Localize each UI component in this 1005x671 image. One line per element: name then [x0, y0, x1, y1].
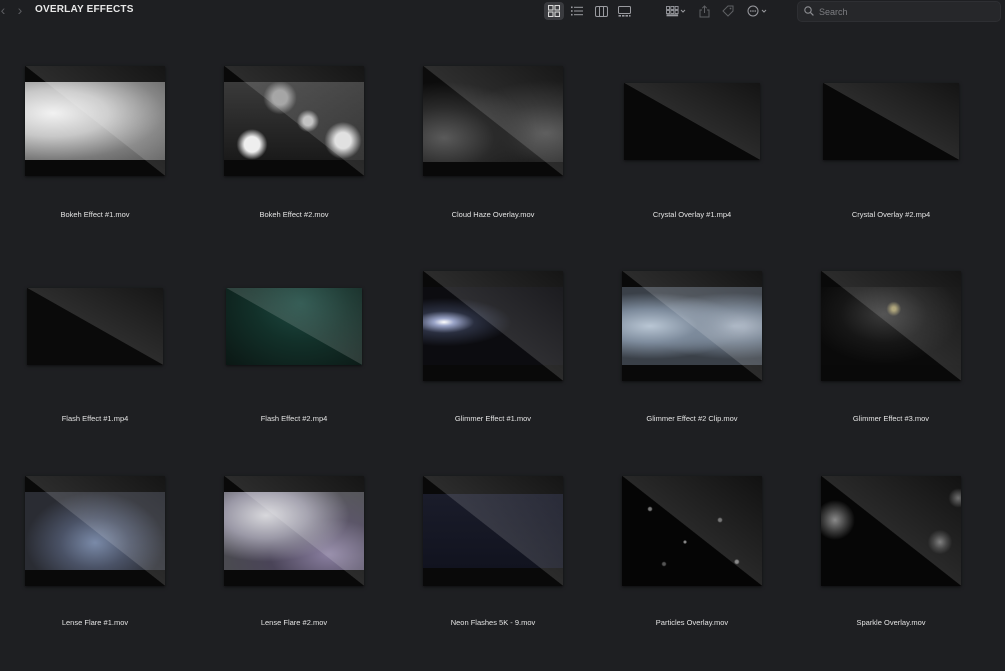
file-item[interactable]: Crystal Overlay #2.mp4 [796, 66, 976, 236]
file-name: Cloud Haze Overlay.mov [451, 210, 535, 219]
share-button[interactable] [694, 2, 714, 20]
file-item[interactable]: Bokeh Effect #1.mov [0, 66, 180, 236]
video-thumbnail[interactable] [224, 66, 364, 176]
group-by-button[interactable] [664, 2, 688, 20]
file-item[interactable]: Cloud Haze Overlay.mov [398, 66, 578, 236]
video-thumbnail[interactable] [25, 476, 165, 586]
file-name: Neon Flashes 5K - 9.mov [450, 618, 536, 627]
file-name: Crystal Overlay #2.mp4 [851, 210, 931, 219]
file-name: Lense Flare #1.mov [61, 618, 129, 627]
tag-button[interactable] [718, 2, 738, 20]
chevron-right-icon[interactable]: › [13, 3, 27, 17]
file-name: Flash Effect #2.mp4 [260, 414, 328, 423]
video-thumbnail[interactable] [224, 476, 364, 586]
file-item[interactable]: Flash Effect #2.mp4 [199, 271, 379, 441]
file-name: Flash Effect #1.mp4 [61, 414, 129, 423]
file-item[interactable]: Bokeh Effect #2.mov [199, 66, 379, 236]
file-item[interactable]: Glimmer Effect #3.mov [796, 271, 976, 441]
search-field[interactable] [797, 1, 1001, 22]
file-name: Sparkle Overlay.mov [856, 618, 926, 627]
toolbar: ‹ › OVERLAY EFFECTS [0, 0, 1005, 24]
file-name: Glimmer Effect #3.mov [852, 414, 930, 423]
video-thumbnail[interactable] [27, 288, 163, 365]
video-thumbnail[interactable] [423, 271, 563, 381]
video-thumbnail[interactable] [423, 476, 563, 586]
video-thumbnail[interactable] [226, 288, 362, 365]
file-item[interactable]: Crystal Overlay #1.mp4 [597, 66, 777, 236]
file-name: Lense Flare #2.mov [260, 618, 328, 627]
file-name: Glimmer Effect #1.mov [454, 414, 532, 423]
video-thumbnail[interactable] [423, 66, 563, 176]
file-item[interactable]: Sparkle Overlay.mov [796, 476, 976, 646]
file-name: Crystal Overlay #1.mp4 [652, 210, 732, 219]
file-item[interactable]: Glimmer Effect #1.mov [398, 271, 578, 441]
grid-view-button[interactable] [544, 2, 564, 20]
video-thumbnail[interactable] [821, 271, 961, 381]
chevron-left-icon[interactable]: ‹ [0, 3, 10, 17]
video-thumbnail[interactable] [622, 271, 762, 381]
video-thumbnail[interactable] [823, 83, 959, 160]
file-name: Glimmer Effect #2 Clip.mov [646, 414, 738, 423]
video-thumbnail[interactable] [25, 66, 165, 176]
window-title: OVERLAY EFFECTS [35, 4, 134, 15]
list-view-button[interactable] [567, 2, 587, 20]
share-icon [699, 4, 709, 17]
column-view-button[interactable] [591, 2, 611, 20]
video-thumbnail[interactable] [821, 476, 961, 586]
list-view-icon [571, 6, 583, 16]
gallery-view-button[interactable] [614, 2, 634, 20]
gallery-view-icon [617, 5, 631, 17]
file-name: Particles Overlay.mov [655, 618, 729, 627]
file-item[interactable]: Particles Overlay.mov [597, 476, 777, 646]
file-name: Bokeh Effect #1.mov [60, 210, 130, 219]
column-view-icon [594, 5, 608, 17]
tag-icon [722, 5, 734, 17]
file-item[interactable]: Neon Flashes 5K - 9.mov [398, 476, 578, 646]
search-icon [804, 6, 814, 16]
file-item[interactable]: Flash Effect #1.mp4 [0, 271, 180, 441]
file-item[interactable]: Lense Flare #1.mov [0, 476, 180, 646]
file-item[interactable]: Glimmer Effect #2 Clip.mov [597, 271, 777, 441]
file-name: Bokeh Effect #2.mov [259, 210, 329, 219]
more-actions-button[interactable] [745, 2, 771, 20]
search-input[interactable] [817, 4, 991, 20]
file-item[interactable]: Lense Flare #2.mov [199, 476, 379, 646]
video-thumbnail[interactable] [624, 83, 760, 160]
ellipsis-circle-icon [747, 5, 767, 17]
video-thumbnail[interactable] [622, 476, 762, 586]
group-by-icon [666, 5, 686, 16]
grid-view-icon [548, 5, 560, 17]
